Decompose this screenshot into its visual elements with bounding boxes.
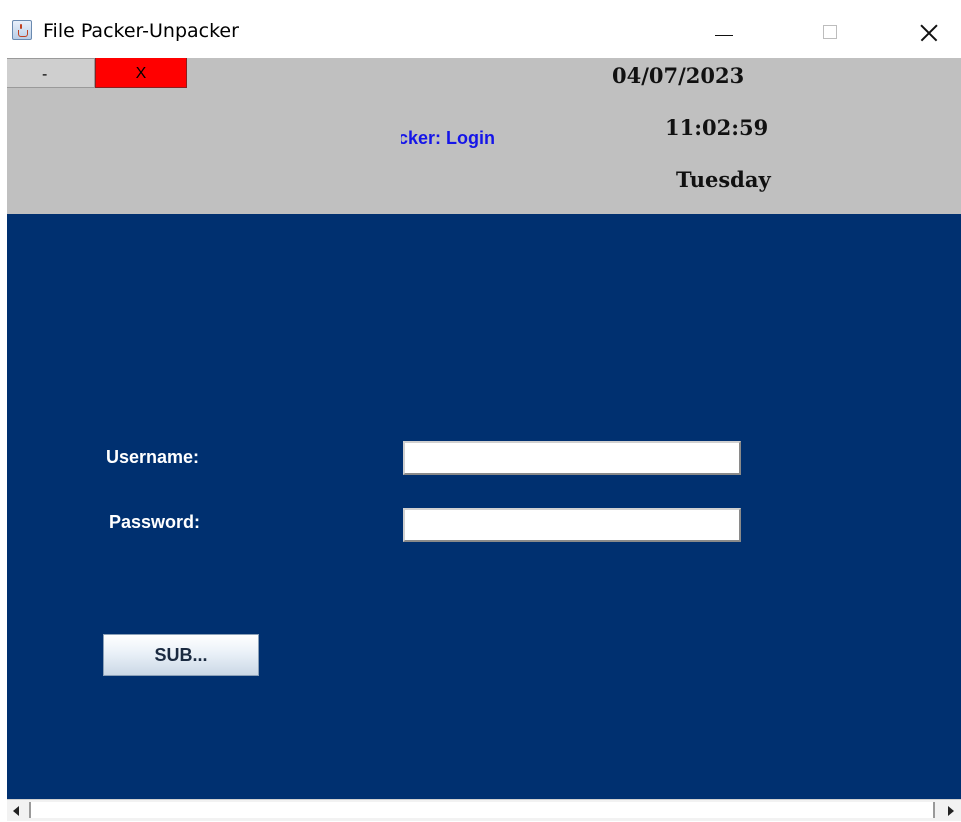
page-title: Inpacker: Login [401,128,496,148]
header-panel: - X Inpacker: Login 04/07/2023 11:02:59 … [7,58,961,214]
login-panel: Username: Password: SUB... [7,214,961,799]
date-display: 04/07/2023 [612,63,745,88]
scroll-right-icon[interactable] [939,800,961,822]
app-window: File Packer-Unpacker - X Inpacker: Login… [7,8,961,821]
window-title: File Packer-Unpacker [43,20,239,42]
scroll-thumb[interactable] [29,802,935,818]
password-label: Password: [109,512,201,532]
time-display: 11:02:59 [665,115,769,140]
username-label: Username: [106,447,200,467]
window-maximize-button[interactable] [805,8,861,58]
window-titlebar[interactable]: File Packer-Unpacker [7,8,961,58]
app-close-button[interactable]: X [95,58,187,88]
java-cup-icon [12,20,32,40]
username-field[interactable] [403,441,741,475]
window-minimize-button[interactable] [697,8,753,58]
password-field[interactable] [403,508,741,542]
app-minimize-button[interactable]: - [7,58,95,88]
horizontal-scrollbar[interactable] [7,799,961,821]
day-display: Tuesday [676,167,771,192]
submit-button[interactable]: SUB... [103,634,259,676]
window-close-button[interactable] [901,8,957,58]
scroll-left-icon[interactable] [7,800,29,822]
